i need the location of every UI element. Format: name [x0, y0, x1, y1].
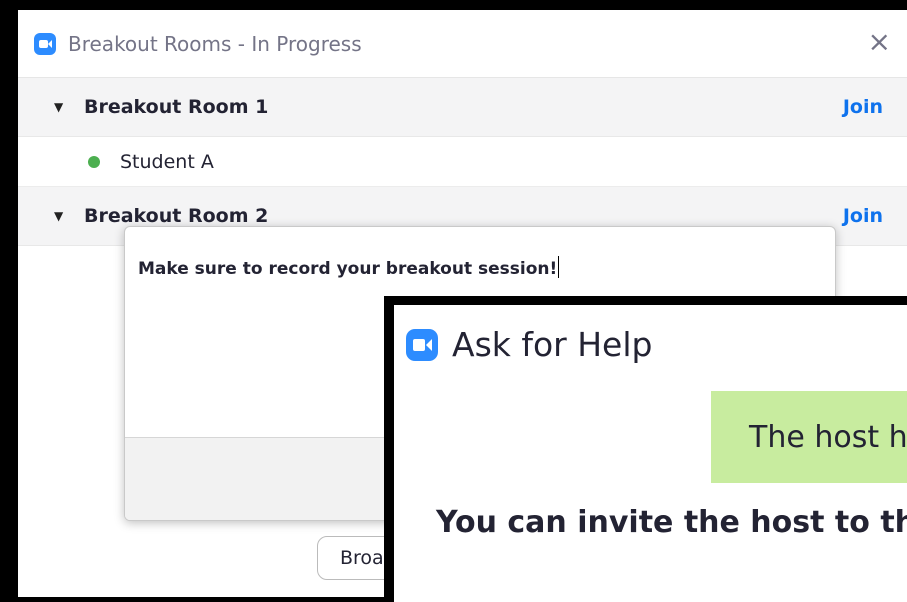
participant-name: Student A: [120, 150, 214, 173]
online-status-icon: [88, 155, 100, 168]
room-name: Breakout Room 1: [84, 96, 269, 118]
help-title-bar: Ask for Help: [406, 325, 652, 364]
join-button[interactable]: Join: [843, 205, 883, 227]
host-status-banner: The host h: [711, 391, 907, 483]
caret-down-icon[interactable]: ▼: [54, 209, 68, 223]
zoom-logo-icon: [406, 328, 438, 361]
breakout-room-1-row[interactable]: ▼ Breakout Room 1 Join: [18, 78, 907, 137]
participant-row: Student A: [18, 137, 907, 187]
join-button[interactable]: Join: [843, 96, 883, 118]
title-bar: Breakout Rooms - In Progress ×: [18, 10, 907, 78]
zoom-logo-icon: [34, 32, 56, 55]
ask-for-help-window: Ask for Help The host h You can invite t…: [384, 296, 907, 602]
help-message: You can invite the host to th: [436, 505, 907, 540]
broadcast-message-input[interactable]: Make sure to record your breakout sessio…: [138, 256, 559, 279]
window-title: Breakout Rooms - In Progress: [68, 31, 362, 56]
help-window-title: Ask for Help: [452, 325, 653, 364]
close-icon[interactable]: ×: [868, 28, 891, 56]
room-name: Breakout Room 2: [84, 205, 269, 227]
caret-down-icon[interactable]: ▼: [54, 100, 68, 114]
